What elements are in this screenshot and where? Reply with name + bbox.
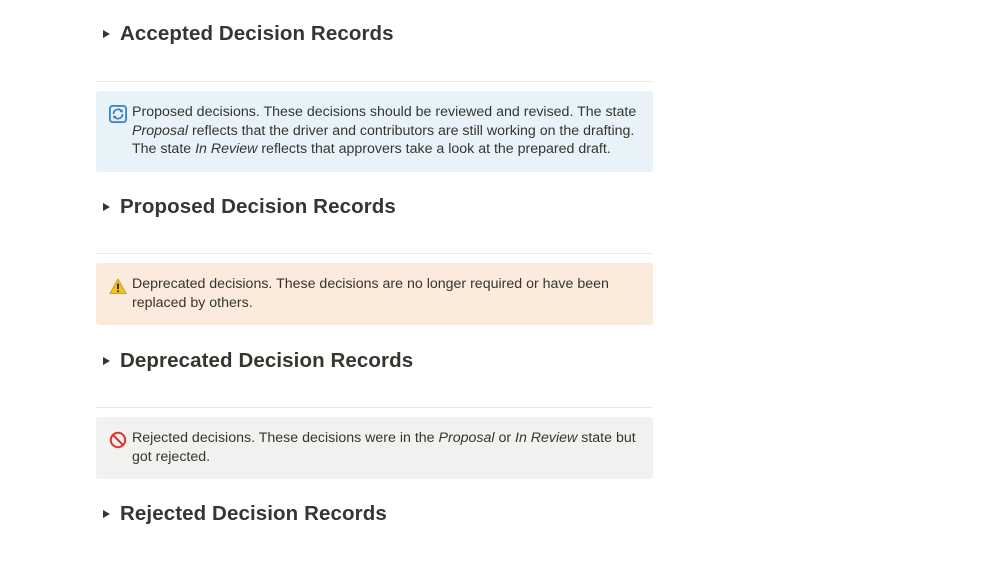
toggle-deprecated-records[interactable]: Deprecated Decision Records — [96, 343, 653, 379]
state-in-review-label: In Review — [195, 141, 258, 158]
toggle-accepted-records[interactable]: Accepted Decision Records — [96, 16, 653, 52]
state-in-review-label: In Review — [515, 430, 578, 446]
callout-text: Rejected decisions. These decisions were… — [132, 429, 637, 466]
toggle-title: Rejected Decision Records — [120, 502, 387, 525]
callout-text-part: Deprecated decisions. These decisions ar… — [132, 276, 609, 311]
toggle-title: Proposed Decision Records — [120, 195, 396, 218]
divider — [96, 407, 653, 408]
state-proposal-label: Proposal — [132, 122, 188, 139]
toggle-rejected-records[interactable]: Rejected Decision Records — [96, 496, 653, 532]
callout-deprecated: Deprecated decisions. These decisions ar… — [96, 263, 653, 325]
callout-text-part: reflects that approvers take a look at t… — [257, 141, 611, 158]
callout-proposed: Proposed decisions. These decisions shou… — [96, 91, 653, 172]
callout-rejected: Rejected decisions. These decisions were… — [96, 417, 653, 479]
state-proposal-label: Proposal — [438, 430, 495, 446]
callout-text-part: or — [494, 430, 516, 446]
callout-text: Proposed decisions. These decisions shou… — [132, 103, 637, 159]
warning-icon — [108, 276, 128, 296]
callout-text-part: Rejected decisions. These decisions were… — [132, 430, 439, 446]
toggle-triangle-icon[interactable] — [94, 509, 118, 519]
toggle-title: Deprecated Decision Records — [120, 349, 414, 372]
prohibited-icon — [108, 430, 128, 450]
divider — [96, 81, 653, 82]
refresh-icon — [108, 104, 128, 124]
divider — [96, 253, 653, 254]
toggle-triangle-icon[interactable] — [94, 356, 118, 366]
toggle-triangle-icon[interactable] — [94, 202, 118, 212]
toggle-triangle-icon[interactable] — [94, 29, 118, 39]
callout-text: Deprecated decisions. These decisions ar… — [132, 275, 637, 312]
callout-text-part: Proposed decisions. These decisions shou… — [132, 104, 637, 120]
toggle-title: Accepted Decision Records — [120, 22, 394, 45]
toggle-proposed-records[interactable]: Proposed Decision Records — [96, 189, 653, 225]
